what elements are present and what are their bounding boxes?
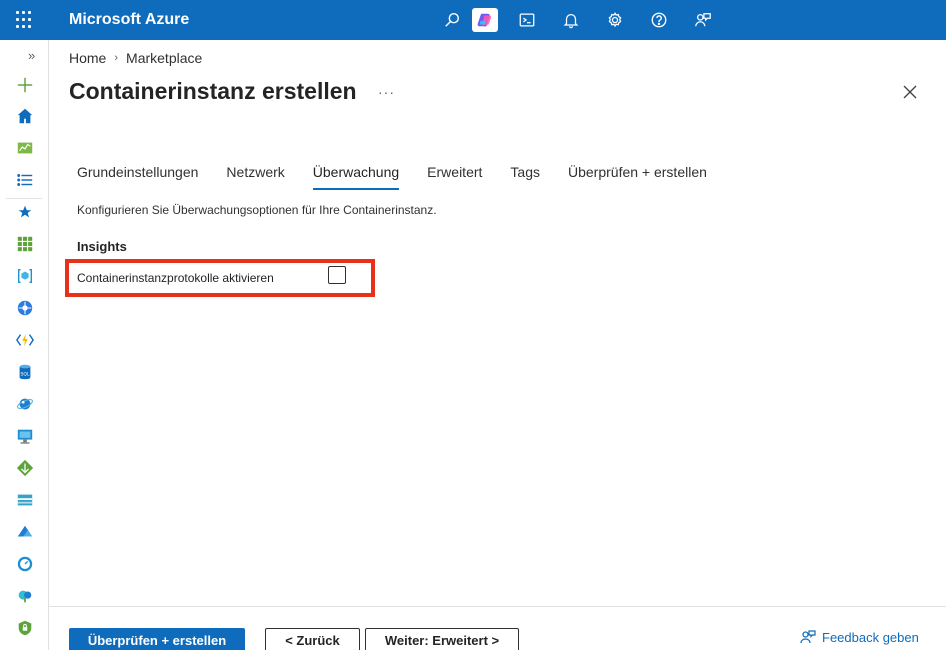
tab-grundeinstellungen[interactable]: Grundeinstellungen: [69, 160, 206, 190]
feedback-person-icon: [800, 630, 816, 644]
tab-netzwerk[interactable]: Netzwerk: [218, 160, 292, 190]
home-icon[interactable]: [15, 106, 35, 126]
feedback-link[interactable]: Feedback geben: [800, 629, 919, 645]
function-app-icon[interactable]: [15, 330, 35, 350]
monitor-icon[interactable]: [15, 554, 35, 574]
all-resources-icon[interactable]: [15, 234, 35, 254]
brand-title[interactable]: Microsoft Azure: [69, 11, 189, 29]
wizard-tabs: Grundeinstellungen Netzwerk Überwachung …: [69, 160, 727, 190]
svg-text:SQL: SQL: [21, 372, 30, 378]
rail-divider: [6, 198, 42, 199]
breadcrumb-separator: ›: [114, 52, 119, 64]
left-rail: » SQL: [0, 40, 49, 650]
load-balancer-icon[interactable]: [15, 458, 35, 478]
feedback-icon[interactable]: [690, 8, 716, 32]
close-icon[interactable]: [902, 84, 918, 100]
review-create-button[interactable]: Überprüfen + erstellen: [69, 628, 245, 650]
storage-account-icon[interactable]: [15, 490, 35, 510]
all-services-icon[interactable]: [15, 170, 35, 190]
dashboard-icon[interactable]: [15, 138, 35, 158]
virtual-network-icon[interactable]: [15, 522, 35, 542]
breadcrumb-marketplace-link[interactable]: Marketplace: [126, 50, 202, 66]
tab-tags[interactable]: Tags: [502, 160, 548, 190]
back-button[interactable]: < Zurück: [265, 628, 360, 650]
tab-ueberwachung[interactable]: Überwachung: [305, 160, 407, 190]
waffle-icon[interactable]: [16, 11, 34, 29]
footer-divider: [49, 606, 946, 607]
next-button[interactable]: Weiter: Erweitert >: [365, 628, 519, 650]
tab-description: Konfigurieren Sie Überwachungsoptionen f…: [77, 203, 437, 217]
security-center-icon[interactable]: [15, 618, 35, 638]
create-resource-icon[interactable]: [15, 75, 35, 95]
cosmos-db-icon[interactable]: [15, 394, 35, 414]
copilot-icon[interactable]: [472, 8, 498, 32]
more-options-button[interactable]: ···: [378, 84, 395, 100]
expand-rail-button[interactable]: »: [28, 48, 35, 63]
breadcrumb: Home › Marketplace: [69, 50, 202, 66]
advisor-icon[interactable]: [15, 586, 35, 606]
kubernetes-icon[interactable]: [15, 298, 35, 318]
top-bar: Microsoft Azure: [0, 0, 946, 40]
resource-groups-icon[interactable]: [15, 266, 35, 286]
help-icon[interactable]: [646, 8, 672, 32]
favorites-star-icon[interactable]: [15, 202, 35, 222]
tab-ueberpruefen-erstellen[interactable]: Überprüfen + erstellen: [560, 160, 715, 190]
cloud-shell-icon[interactable]: [514, 8, 540, 32]
tab-erweitert[interactable]: Erweitert: [419, 160, 490, 190]
settings-icon[interactable]: [602, 8, 628, 32]
virtual-machine-icon[interactable]: [15, 426, 35, 446]
sql-database-icon[interactable]: SQL: [15, 362, 35, 382]
notifications-icon[interactable]: [558, 8, 584, 32]
feedback-label: Feedback geben: [822, 629, 919, 645]
enable-logs-row: Containerinstanzprotokolle aktivieren: [77, 266, 357, 287]
enable-logs-checkbox[interactable]: [328, 266, 346, 284]
enable-logs-label: Containerinstanzprotokolle aktivieren: [77, 271, 274, 285]
page-title: Containerinstanz erstellen: [69, 78, 357, 104]
insights-heading: Insights: [77, 239, 127, 254]
breadcrumb-home-link[interactable]: Home: [69, 50, 106, 66]
search-icon[interactable]: [439, 8, 465, 32]
